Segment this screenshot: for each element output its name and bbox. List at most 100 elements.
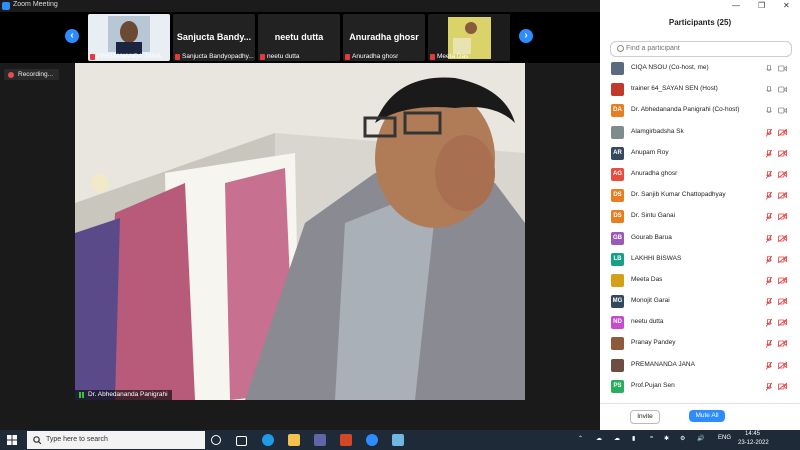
video-off-icon[interactable] [778,361,787,369]
muted-mic-icon[interactable] [766,255,772,264]
muted-mic-icon[interactable] [766,170,772,179]
video-off-icon[interactable] [778,192,787,200]
gallery-tile[interactable]: Sanjucta Bandy... Sanjucta Bandyopadhy..… [173,14,255,61]
language-indicator[interactable]: ENG [718,435,731,441]
minimize-icon[interactable]: — [732,1,740,10]
avatar [611,337,624,351]
active-speaker-video: Dr. Abhedananda Panigrahi [75,63,525,400]
participant-row[interactable]: Alamgirbadsha Sk [600,123,800,144]
restore-icon[interactable]: ❐ [758,1,765,10]
tile-name: Anuradha ghosr [352,53,399,60]
muted-mic-icon[interactable] [766,213,772,222]
participant-name: Dr. Abhedananda Panigrahi (Co-host) [631,106,740,114]
search-icon [33,436,41,444]
participant-row[interactable]: AG Anuradha ghosr [600,165,800,186]
windows-start-icon[interactable] [7,435,17,445]
gallery-tile[interactable]: PREMANANDA JANA [88,14,170,61]
mute-all-button[interactable]: Mute All [689,410,725,422]
participant-row[interactable]: ND neetu dutta [600,313,800,334]
settings-icon[interactable]: ⚙ [680,435,685,442]
recording-indicator[interactable]: Recording... [4,69,60,80]
taskbar-search[interactable]: Type here to search [27,431,205,449]
audio-level-icon [79,392,85,398]
participant-search-input[interactable] [626,43,786,54]
gallery-tile[interactable]: neetu dutta neetu dutta [258,14,340,61]
video-off-icon[interactable] [778,298,787,306]
participant-name: CIQA NSOU (Co-host, me) [631,64,709,71]
mic-icon[interactable] [766,107,772,115]
participant-search[interactable] [610,41,792,57]
gallery-next-button[interactable]: › [519,29,533,43]
participant-row[interactable]: AR Anupam Roy [600,144,800,165]
participant-row[interactable]: CIQA NSOU (Co-host, me) [600,59,800,80]
clock-time[interactable]: 14:45 [745,431,760,437]
network-icon[interactable]: ☁ [596,435,602,442]
video-icon[interactable] [778,107,787,114]
video-icon[interactable] [778,65,787,72]
gallery-tile[interactable]: Anuradha ghosr Anuradha ghosr [343,14,425,61]
wifi-icon[interactable]: ≈ [650,435,653,441]
video-off-icon[interactable] [778,149,787,157]
tile-name: PREMANANDA JANA [97,53,161,60]
close-icon[interactable]: ✕ [783,1,790,10]
cortana-icon[interactable] [211,435,221,445]
participant-row[interactable]: DS Dr. Sanjib Kumar Chattopadhyay [600,186,800,207]
task-view-icon[interactable] [236,436,247,446]
participants-title: Participants (25) [668,18,732,27]
edge-browser-icon[interactable] [262,434,274,446]
avatar: DS [611,210,624,224]
battery-icon[interactable]: ▮ [632,435,635,442]
muted-mic-icon[interactable] [766,128,772,137]
participant-row[interactable]: trainer 64_SAYAN SEN (Host) [600,80,800,101]
video-off-icon[interactable] [778,319,787,327]
file-explorer-icon[interactable] [288,434,300,446]
muted-mic-icon[interactable] [766,276,772,285]
mic-icon[interactable] [766,65,772,73]
participant-row[interactable]: DS Dr. Sintu Ganai [600,207,800,228]
mic-icon[interactable] [766,86,772,94]
zoom-app-icon[interactable] [366,434,378,446]
participant-row[interactable]: GB Gourab Barua [600,229,800,250]
participant-row[interactable]: Meeta Das [600,271,800,292]
muted-mic-icon[interactable] [766,149,772,158]
cloud-icon[interactable]: ☁ [614,435,620,442]
video-off-icon[interactable] [778,382,787,390]
participant-row[interactable]: DA Dr. Abhedananda Panigrahi (Co-host) [600,101,800,122]
muted-mic-icon[interactable] [766,234,772,243]
speaker-label: Dr. Abhedananda Panigrahi [75,390,172,400]
muted-mic-icon[interactable] [766,382,772,391]
participant-row[interactable]: MG Monojit Garai [600,292,800,313]
invite-button[interactable]: Invite [630,410,660,424]
tray-chevron-icon[interactable]: ⌃ [578,435,583,442]
participant-name: LAKHHI BISWAS [631,254,682,262]
video-off-icon[interactable] [778,213,787,221]
participant-row[interactable]: LB LAKHHI BISWAS [600,250,800,271]
muted-mic-icon[interactable] [766,319,772,327]
muted-mic-icon[interactable] [766,298,772,306]
powerpoint-icon[interactable] [340,434,352,446]
title-bar: Zoom Meeting [0,0,600,12]
participant-row[interactable]: PREMANANDA JANA [600,356,800,377]
gallery-tile[interactable]: Meeta Das [428,14,510,61]
gallery-prev-button[interactable]: ‹ [65,29,79,43]
windows-taskbar: Type here to search ⌃ ☁ ☁ ▮ ≈ ✱ ⚙ 🔊 ENG … [0,430,800,450]
app-icon[interactable] [392,434,404,446]
teams-icon[interactable] [314,434,326,446]
tile-name: Sanjucta Bandyopadhy... [182,53,254,60]
bluetooth-icon[interactable]: ✱ [664,435,669,442]
video-icon[interactable] [778,86,787,93]
video-off-icon[interactable] [778,276,787,284]
speaker-video-frame [75,63,525,400]
clock-date[interactable]: 23-12-2022 [738,440,769,446]
participant-row[interactable]: PS Prof.Pujan Sen [600,377,800,398]
muted-mic-icon[interactable] [766,192,772,200]
muted-mic-icon[interactable] [766,340,772,349]
muted-mic-icon[interactable] [766,361,772,370]
video-off-icon[interactable] [778,234,787,242]
video-off-icon[interactable] [778,128,787,136]
video-off-icon[interactable] [778,255,787,263]
video-off-icon[interactable] [778,340,787,348]
participant-row[interactable]: Pranay Pandey [600,334,800,355]
volume-icon[interactable]: 🔊 [697,435,704,442]
video-off-icon[interactable] [778,170,787,178]
